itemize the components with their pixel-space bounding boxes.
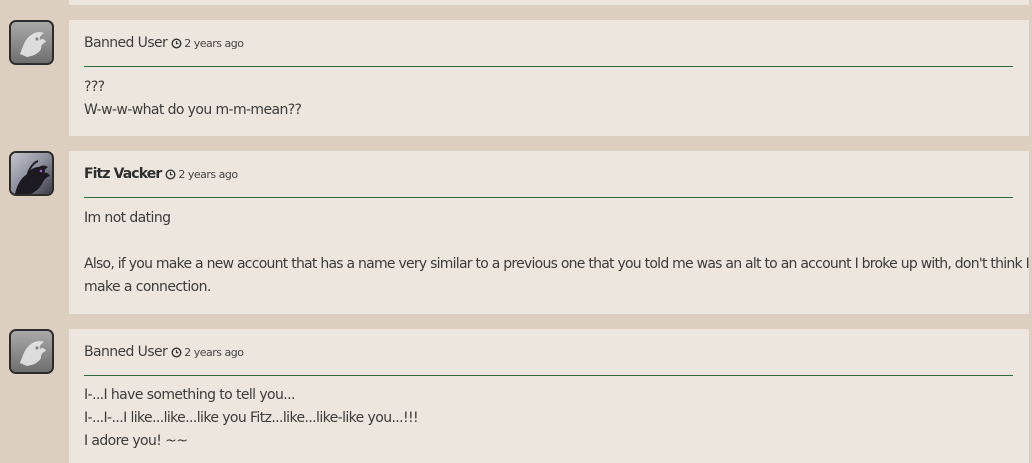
comment-header: Fitz Vacker 2 years ago — [84, 151, 1013, 198]
comment: Banned User 2 years ago I-...I have some… — [0, 329, 1032, 463]
author-name[interactable]: Banned User — [84, 344, 168, 360]
black-dragon-avatar-icon[interactable] — [9, 151, 54, 196]
comment-line: make a connection. — [84, 279, 211, 295]
comment-line: I-...I have something to tell you... — [84, 387, 295, 403]
timestamp-text: 2 years ago — [184, 345, 244, 359]
clock-icon — [165, 168, 176, 180]
comment-body: ??? W-w-w-what do you m-m-mean?? — [84, 76, 1024, 122]
clock-icon — [171, 346, 182, 358]
author-name[interactable]: Fitz Vacker — [84, 166, 162, 182]
clock-icon — [171, 37, 182, 49]
timestamp-text: 2 years ago — [184, 36, 244, 50]
comment-body: Im not dating Also, if you make a new ac… — [84, 207, 1032, 299]
comment-line: Im not dating — [84, 210, 171, 226]
timestamp: 2 years ago — [171, 345, 244, 359]
ghost-dragon-avatar-icon[interactable] — [9, 329, 54, 374]
timestamp-text: 2 years ago — [178, 167, 238, 181]
timestamp: 2 years ago — [165, 167, 238, 181]
comment-card: Fitz Vacker 2 years ago Im not dating Al… — [69, 151, 1032, 314]
comment: Banned User 2 years ago ??? W-w-w-what d… — [0, 20, 1032, 136]
comment-line: I adore you! ~~ — [84, 433, 188, 449]
author-name[interactable]: Banned User — [84, 35, 168, 51]
previous-comment-edge — [69, 0, 1029, 5]
comment: Fitz Vacker 2 years ago Im not dating Al… — [0, 151, 1032, 314]
timestamp: 2 years ago — [171, 36, 244, 50]
comment-card: Banned User 2 years ago I-...I have some… — [69, 329, 1029, 463]
comment-line: I-...I-...I like...like...like you Fitz.… — [84, 410, 419, 426]
comment-line: W-w-w-what do you m-m-mean?? — [84, 102, 302, 118]
comment-card: Banned User 2 years ago ??? W-w-w-what d… — [69, 20, 1029, 136]
comment-header: Banned User 2 years ago — [84, 329, 1013, 376]
ghost-dragon-avatar-icon[interactable] — [9, 20, 54, 65]
comment-header: Banned User 2 years ago — [84, 20, 1013, 67]
comment-body: I-...I have something to tell you... I-.… — [84, 384, 1024, 453]
comment-line: ??? — [84, 79, 105, 95]
comment-line: Also, if you make a new account that has… — [84, 256, 1032, 272]
